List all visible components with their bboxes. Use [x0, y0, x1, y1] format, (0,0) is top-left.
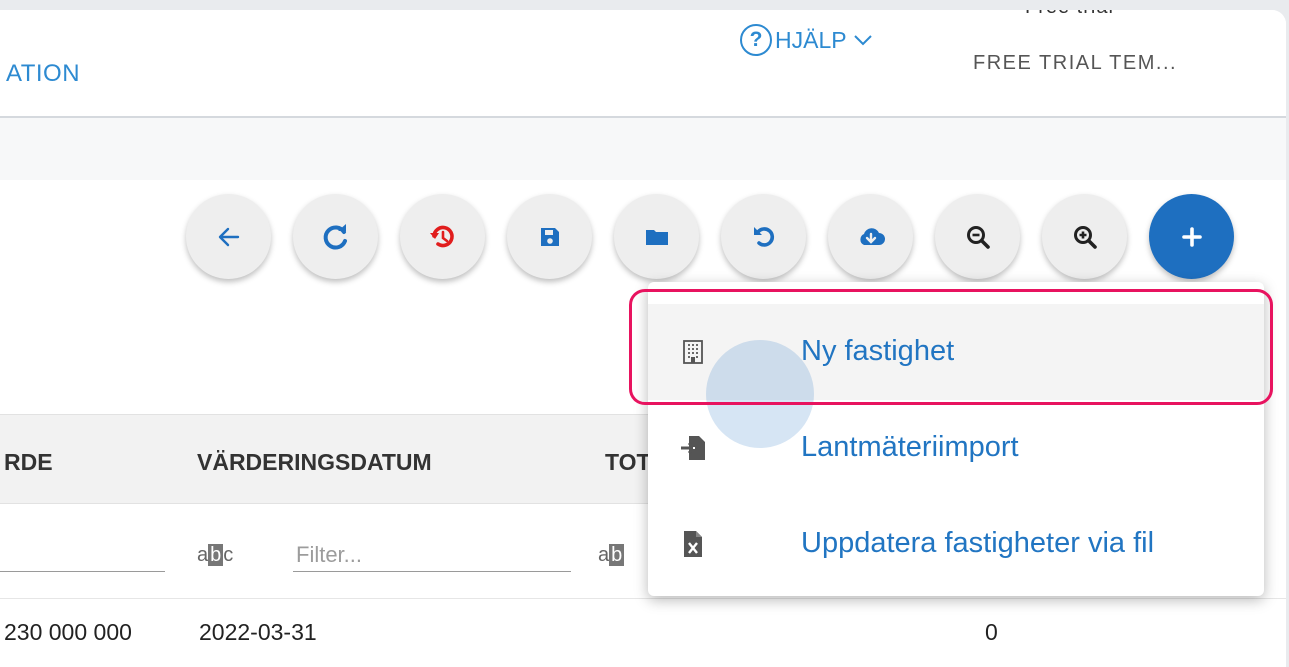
save-icon — [540, 227, 559, 246]
column-header-varde[interactable]: RDE — [4, 449, 53, 476]
help-label: HJÄLP — [775, 26, 847, 53]
zoom-out-button[interactable] — [935, 194, 1020, 279]
refresh-button[interactable] — [293, 194, 378, 279]
back-button[interactable] — [186, 194, 271, 279]
cell-value: 230 000 000 — [4, 619, 132, 645]
cell-total: 0 — [985, 619, 998, 645]
account-name-partial: Free trial — [1025, 10, 1114, 19]
sub-header-band — [0, 118, 1286, 180]
filter-input-varderingsdatum[interactable] — [293, 571, 571, 572]
folder-icon — [645, 229, 668, 245]
filter-input-varde[interactable] — [0, 571, 165, 572]
table-header: RDE VÄRDERINGSDATUM TOT — [0, 414, 660, 504]
filter-row: abc Filter... ab — [0, 502, 660, 598]
text-filter-type-icon[interactable]: abc — [197, 544, 233, 567]
filter-placeholder: Filter... — [296, 542, 363, 567]
cloud-download-button[interactable] — [828, 194, 913, 279]
history-icon — [429, 225, 454, 247]
column-header-varderingsdatum[interactable]: VÄRDERINGSDATUM — [197, 449, 432, 476]
menu-item-uppdatera-via-fil[interactable]: Uppdatera fastigheter via fil — [648, 496, 1264, 592]
zoom-out-icon — [966, 225, 990, 249]
history-button[interactable] — [400, 194, 485, 279]
highlight-annotation — [629, 289, 1273, 405]
arrow-left-icon — [218, 227, 239, 246]
undo-icon — [753, 226, 774, 247]
undo-button[interactable] — [721, 194, 806, 279]
refresh-icon — [323, 223, 347, 249]
file-import-icon — [678, 430, 708, 466]
menu-item-lantmateriimport[interactable]: Lantmäteriimport — [648, 400, 1264, 496]
account-subtitle[interactable]: FREE TRIAL TEM... — [973, 52, 1177, 75]
chevron-down-icon — [853, 35, 872, 46]
menu-item-label: Lantmäteriimport — [801, 431, 1019, 463]
question-circle-icon: ? — [740, 24, 772, 56]
text-filter-type-icon[interactable]: ab — [598, 544, 625, 567]
column-header-total[interactable]: TOT — [605, 449, 651, 476]
table-row[interactable]: 230 000 000 2022-03-31 0 — [0, 598, 1286, 667]
menu-item-label: Uppdatera fastigheter via fil — [801, 527, 1155, 559]
zoom-in-button[interactable] — [1042, 194, 1127, 279]
help-menu-button[interactable]: ? HJÄLP — [740, 24, 873, 56]
zoom-in-icon — [1073, 225, 1097, 249]
app-window: ATION ? HJÄLP Free trial FREE TRIAL TEM.… — [0, 10, 1286, 667]
excel-file-icon — [678, 526, 708, 562]
cell-date: 2022-03-31 — [199, 619, 317, 645]
add-button[interactable] — [1149, 194, 1234, 279]
top-bar: ATION ? HJÄLP Free trial FREE TRIAL TEM.… — [0, 10, 1286, 118]
cloud-download-icon — [859, 227, 885, 245]
open-folder-button[interactable] — [614, 194, 699, 279]
save-button[interactable] — [507, 194, 592, 279]
plus-icon — [1181, 226, 1202, 247]
action-toolbar — [186, 194, 1234, 279]
nav-tab-partial[interactable]: ATION — [6, 60, 80, 88]
